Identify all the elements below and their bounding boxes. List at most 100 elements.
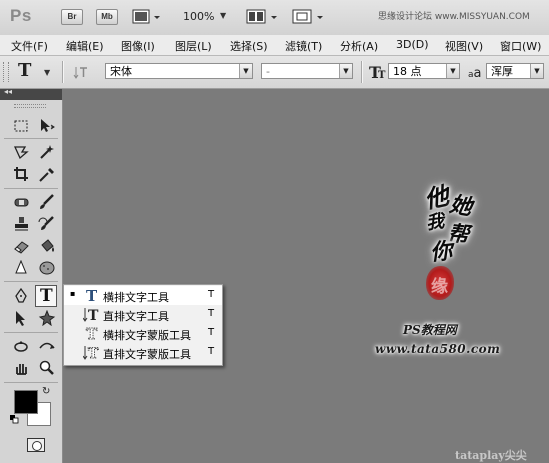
font-family-select[interactable]: 宋体 ▼	[105, 63, 253, 79]
font-style-select[interactable]: - ▼	[261, 63, 353, 79]
antialias-icon: aa	[468, 66, 482, 81]
pen-tool[interactable]	[10, 286, 32, 306]
path-selection-tool[interactable]	[10, 308, 32, 328]
shape-icon	[38, 310, 56, 326]
blur-tool[interactable]	[10, 258, 32, 278]
screen-mode-button[interactable]	[292, 9, 326, 28]
custom-shape-tool[interactable]	[35, 308, 57, 328]
seal-character: 缘	[431, 277, 448, 297]
menu-image[interactable]: 图像(I)	[121, 38, 155, 54]
tools-panel-header[interactable]: ◂◂	[0, 87, 62, 100]
minibridge-button[interactable]: Mb	[96, 9, 118, 25]
3d-rotate-icon	[14, 341, 28, 352]
vertical-type-mask-icon: T	[82, 344, 101, 362]
menu-file[interactable]: 文件(F)	[11, 38, 48, 54]
3d-orbit-tool[interactable]	[35, 336, 57, 356]
menu-layer[interactable]: 图层(L)	[175, 38, 212, 54]
film-strip-icon	[132, 9, 160, 24]
eraser-tool[interactable]	[10, 236, 32, 256]
brush-tool[interactable]	[35, 192, 57, 212]
foreground-color-overlay	[14, 390, 38, 414]
history-brush-icon	[38, 216, 54, 230]
menu-view[interactable]: 视图(V)	[445, 38, 483, 54]
options-grip[interactable]	[3, 62, 9, 82]
antialias-select[interactable]: 浑厚 ▼	[486, 63, 544, 79]
quick-mask-button[interactable]	[27, 438, 45, 452]
menu-3d[interactable]: 3D(D)	[396, 38, 429, 51]
type-tool[interactable]: T	[35, 285, 57, 307]
history-brush-tool[interactable]	[35, 214, 57, 234]
view-extras-button[interactable]	[132, 9, 164, 28]
move-icon	[41, 119, 55, 132]
chevron-down-icon: ▼	[339, 64, 352, 78]
menu-edit[interactable]: 编辑(E)	[66, 38, 104, 54]
zoom-tool[interactable]	[35, 358, 57, 378]
eyedropper-icon	[39, 168, 54, 182]
clone-stamp-tool[interactable]	[10, 214, 32, 234]
red-seal: 缘	[426, 266, 454, 300]
flyout-label: 直排文字蒙版工具	[103, 348, 191, 361]
magnifier-icon	[39, 360, 54, 375]
menu-analysis[interactable]: 分析(A)	[340, 38, 378, 54]
antialias-value: 浑厚	[491, 65, 513, 78]
tool-preset-picker[interactable]: T	[18, 60, 31, 81]
font-size-field[interactable]: 18 点 ▼	[388, 63, 460, 79]
paint-bucket-icon	[41, 239, 54, 252]
calligraphy-char: 我	[424, 210, 446, 235]
marquee-tool[interactable]	[10, 116, 32, 136]
flyout-item-horizontal-type[interactable]: ▪ T 横排文字工具 T	[64, 286, 222, 305]
lasso-tool[interactable]	[10, 142, 32, 162]
zoom-dropdown-arrow[interactable]: ▼	[220, 11, 226, 20]
stamp-icon	[15, 217, 28, 231]
menu-filter[interactable]: 滤镜(T)	[285, 38, 322, 54]
svg-text:T: T	[86, 325, 98, 342]
svg-text:T: T	[88, 308, 99, 323]
tool-preset-arrow[interactable]: ▼	[44, 68, 50, 77]
selected-marker: ▪	[70, 289, 76, 298]
3d-rotate-tool[interactable]	[10, 336, 32, 356]
font-style-value: -	[266, 65, 270, 78]
bandage-icon	[14, 198, 29, 207]
text-orientation-toggle[interactable]	[73, 64, 89, 83]
flyout-item-horizontal-type-mask[interactable]: T 横排文字蒙版工具 T	[64, 324, 222, 344]
bridge-button[interactable]: Br	[61, 9, 83, 25]
path-selection-icon	[16, 311, 25, 326]
flyout-item-vertical-type[interactable]: T 直排文字工具 T	[64, 305, 222, 324]
quick-selection-tool[interactable]	[35, 142, 57, 162]
horizontal-type-mask-icon: T	[83, 325, 101, 344]
arrange-documents-button[interactable]	[246, 9, 280, 28]
flyout-shortcut: T	[208, 289, 215, 300]
magic-wand-icon	[40, 145, 54, 159]
arrange-icon	[246, 9, 277, 24]
eyedropper-tool[interactable]	[35, 164, 57, 184]
zoom-level[interactable]: 100%	[183, 10, 214, 23]
flyout-item-vertical-type-mask[interactable]: T 直排文字蒙版工具 T	[64, 343, 222, 362]
menu-window[interactable]: 窗口(W)	[500, 38, 541, 54]
menu-select[interactable]: 选择(S)	[230, 38, 268, 54]
healing-brush-tool[interactable]	[10, 192, 32, 212]
crop-tool[interactable]	[10, 164, 32, 184]
sponge-tool[interactable]	[35, 258, 57, 278]
chevron-down-icon: ▼	[530, 64, 543, 78]
default-colors-icon[interactable]	[10, 414, 19, 424]
application-bar: Ps Br Mb 100% ▼ 思缘设计论坛 www.MISSYUAN.COM	[0, 0, 549, 36]
collapse-icon[interactable]: ◂◂	[4, 87, 12, 96]
font-family-value: 宋体	[110, 65, 132, 78]
paint-bucket-tool[interactable]	[35, 236, 57, 256]
move-tool[interactable]	[35, 116, 57, 136]
swap-colors-icon[interactable]: ↻	[42, 386, 50, 397]
hand-tool[interactable]	[10, 358, 32, 378]
blur-drop-icon	[15, 260, 27, 274]
lasso-icon	[13, 146, 29, 160]
panel-grip[interactable]	[14, 104, 46, 108]
vertical-type-icon: T	[82, 306, 101, 324]
site-url: www.tata580.com	[375, 342, 501, 356]
site-watermark: 思缘设计论坛 www.MISSYUAN.COM	[378, 12, 530, 22]
font-size-value: 18 点	[393, 65, 422, 78]
pen-icon	[15, 288, 27, 303]
tools-panel: T ↻	[0, 100, 63, 463]
chevron-down-icon: ▼	[239, 64, 252, 78]
menu-bar: 文件(F) 编辑(E) 图像(I) 图层(L) 选择(S) 滤镜(T) 分析(A…	[0, 35, 549, 56]
bottom-watermark: tataplay尖尖	[455, 449, 527, 462]
type-tool-flyout: ▪ T 横排文字工具 T T 直排文字工具 T T 横排文字蒙版工具 T T 直…	[63, 284, 223, 366]
